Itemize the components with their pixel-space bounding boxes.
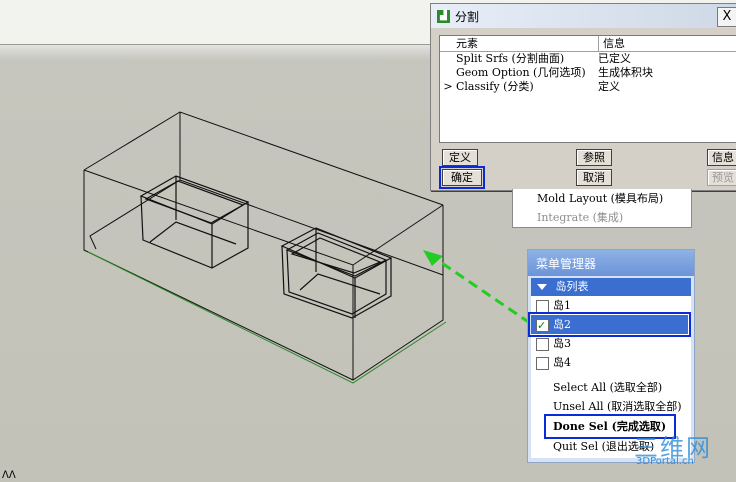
- island-label: 岛4: [553, 356, 571, 369]
- dialog-title: 分割: [455, 9, 480, 24]
- collapse-triangle-icon[interactable]: [537, 284, 547, 290]
- menu-manager-title[interactable]: 菜单管理器: [528, 250, 694, 276]
- reference-button[interactable]: 参照: [576, 149, 612, 166]
- watermark-url: 3DPortal.cn: [636, 456, 694, 467]
- row-marker: >: [443, 80, 453, 93]
- island-item-3[interactable]: 岛3: [531, 334, 691, 353]
- row-element: Classify (分类): [456, 80, 534, 93]
- select-all-command[interactable]: Select All (选取全部): [531, 378, 691, 397]
- row-marker: [440, 52, 456, 66]
- pointer-arrow: [432, 255, 531, 325]
- cancel-button[interactable]: 取消: [576, 169, 612, 186]
- unselect-all-command[interactable]: Unsel All (取消选取全部): [531, 397, 691, 416]
- island-label: 岛1: [553, 299, 571, 312]
- define-button[interactable]: 定义: [442, 149, 478, 166]
- row-info: 生成体积块: [598, 66, 653, 79]
- island-label: 岛3: [553, 337, 571, 350]
- row-element: Split Srfs (分割曲面): [456, 52, 565, 65]
- row-element: Geom Option (几何选项): [456, 66, 586, 79]
- split-dialog: ▟ 分割 X 元素 信息 Split Srfs (分割曲面) 已定义 Geom …: [430, 3, 736, 191]
- row-info: 已定义: [598, 52, 631, 65]
- arrow-head: [423, 250, 443, 266]
- info-button[interactable]: 信息: [707, 149, 736, 166]
- list-row[interactable]: > Classify (分类) 定义: [440, 80, 736, 94]
- mold-submenu: Mold Layout (模具布局) Integrate (集成): [512, 189, 692, 228]
- island-item-4[interactable]: 岛4: [531, 353, 691, 372]
- island-list-header[interactable]: 岛列表: [531, 278, 691, 296]
- site-watermark: 三维网 3DPortal.cn: [634, 428, 712, 467]
- island-label: 岛2: [553, 318, 571, 331]
- preview-button[interactable]: 预览: [707, 169, 736, 186]
- menu-item-integrate[interactable]: Integrate (集成): [513, 208, 691, 227]
- menu-item-mold-layout[interactable]: Mold Layout (模具布局): [513, 189, 691, 208]
- column-header-info[interactable]: 信息: [599, 36, 723, 51]
- island-list-title: 岛列表: [555, 280, 589, 293]
- row-marker: [440, 66, 456, 80]
- column-header-element[interactable]: 元素: [440, 36, 599, 51]
- app-icon: ▟: [437, 9, 450, 23]
- close-button[interactable]: X: [717, 7, 736, 27]
- checkbox-icon[interactable]: [536, 357, 549, 370]
- row-info: 定义: [598, 80, 620, 93]
- axis-label: ᐱᐱ: [2, 470, 16, 481]
- checkbox-icon[interactable]: [536, 300, 549, 313]
- checkbox-icon[interactable]: [536, 338, 549, 351]
- checked-checkbox-icon[interactable]: [536, 316, 549, 335]
- list-header: 元素 信息: [440, 36, 736, 52]
- list-row[interactable]: Split Srfs (分割曲面) 已定义: [440, 52, 736, 66]
- dialog-titlebar[interactable]: ▟ 分割 X: [431, 4, 736, 28]
- element-list[interactable]: 元素 信息 Split Srfs (分割曲面) 已定义 Geom Option …: [439, 35, 736, 143]
- island-item-1[interactable]: 岛1: [531, 296, 691, 315]
- list-row[interactable]: Geom Option (几何选项) 生成体积块: [440, 66, 736, 80]
- island-item-2[interactable]: 岛2: [528, 312, 691, 337]
- ok-button[interactable]: 确定: [439, 166, 485, 189]
